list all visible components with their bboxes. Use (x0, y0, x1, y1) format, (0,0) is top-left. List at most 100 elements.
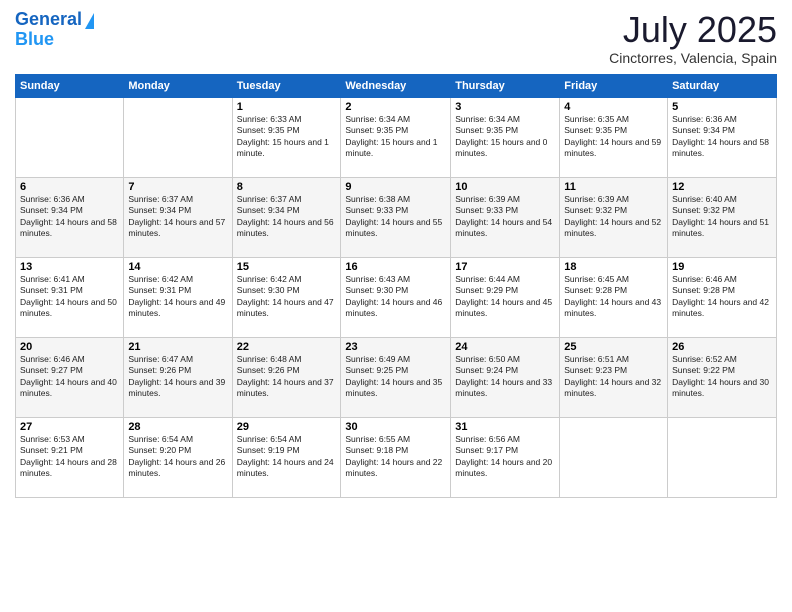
day-detail: Sunrise: 6:54 AMSunset: 9:20 PMDaylight:… (128, 434, 227, 480)
day-detail: Sunrise: 6:36 AMSunset: 9:34 PMDaylight:… (672, 114, 772, 160)
sunrise-text: Sunrise: 6:33 AM (237, 114, 302, 124)
table-row (124, 97, 232, 177)
table-row: 28Sunrise: 6:54 AMSunset: 9:20 PMDayligh… (124, 417, 232, 497)
table-row: 5Sunrise: 6:36 AMSunset: 9:34 PMDaylight… (668, 97, 777, 177)
sunset-text: Sunset: 9:22 PM (672, 365, 735, 375)
sunset-text: Sunset: 9:35 PM (564, 125, 627, 135)
daylight-text: Daylight: 14 hours and 33 minutes. (455, 377, 552, 398)
header-sunday: Sunday (16, 74, 124, 97)
sunset-text: Sunset: 9:29 PM (455, 285, 518, 295)
sunset-text: Sunset: 9:35 PM (345, 125, 408, 135)
sunset-text: Sunset: 9:27 PM (20, 365, 83, 375)
sunrise-text: Sunrise: 6:40 AM (672, 194, 737, 204)
sunset-text: Sunset: 9:17 PM (455, 445, 518, 455)
day-detail: Sunrise: 6:53 AMSunset: 9:21 PMDaylight:… (20, 434, 119, 480)
subtitle: Cinctorres, Valencia, Spain (609, 50, 777, 66)
day-detail: Sunrise: 6:43 AMSunset: 9:30 PMDaylight:… (345, 274, 446, 320)
day-detail: Sunrise: 6:45 AMSunset: 9:28 PMDaylight:… (564, 274, 663, 320)
daylight-text: Daylight: 14 hours and 40 minutes. (20, 377, 117, 398)
sunset-text: Sunset: 9:34 PM (128, 205, 191, 215)
sunrise-text: Sunrise: 6:43 AM (345, 274, 410, 284)
table-row: 20Sunrise: 6:46 AMSunset: 9:27 PMDayligh… (16, 337, 124, 417)
sunrise-text: Sunrise: 6:44 AM (455, 274, 520, 284)
daylight-text: Daylight: 14 hours and 50 minutes. (20, 297, 117, 318)
logo-triangle-icon (85, 13, 94, 29)
daylight-text: Daylight: 14 hours and 58 minutes. (672, 137, 769, 158)
table-row: 2Sunrise: 6:34 AMSunset: 9:35 PMDaylight… (341, 97, 451, 177)
day-number: 23 (345, 341, 446, 353)
sunrise-text: Sunrise: 6:41 AM (20, 274, 85, 284)
sunset-text: Sunset: 9:34 PM (20, 205, 83, 215)
daylight-text: Daylight: 14 hours and 58 minutes. (20, 217, 117, 238)
day-number: 15 (237, 261, 337, 273)
table-row: 31Sunrise: 6:56 AMSunset: 9:17 PMDayligh… (451, 417, 560, 497)
day-detail: Sunrise: 6:36 AMSunset: 9:34 PMDaylight:… (20, 194, 119, 240)
header: General Blue July 2025 Cinctorres, Valen… (15, 10, 777, 66)
table-row: 22Sunrise: 6:48 AMSunset: 9:26 PMDayligh… (232, 337, 341, 417)
day-number: 4 (564, 101, 663, 113)
table-row: 11Sunrise: 6:39 AMSunset: 9:32 PMDayligh… (560, 177, 668, 257)
table-row: 24Sunrise: 6:50 AMSunset: 9:24 PMDayligh… (451, 337, 560, 417)
daylight-text: Daylight: 14 hours and 26 minutes. (128, 457, 225, 478)
header-monday: Monday (124, 74, 232, 97)
sunset-text: Sunset: 9:28 PM (672, 285, 735, 295)
sunset-text: Sunset: 9:26 PM (128, 365, 191, 375)
sunset-text: Sunset: 9:35 PM (455, 125, 518, 135)
daylight-text: Daylight: 15 hours and 0 minutes. (455, 137, 547, 158)
header-friday: Friday (560, 74, 668, 97)
day-detail: Sunrise: 6:52 AMSunset: 9:22 PM Daylight:… (672, 354, 772, 400)
week-row-1: 1Sunrise: 6:33 AMSunset: 9:35 PMDaylight… (16, 97, 777, 177)
day-detail: Sunrise: 6:37 AMSunset: 9:34 PMDaylight:… (128, 194, 227, 240)
sunrise-text: Sunrise: 6:51 AM (564, 354, 629, 364)
sunset-text: Sunset: 9:32 PM (564, 205, 627, 215)
day-number: 24 (455, 341, 555, 353)
sunrise-text: Sunrise: 6:39 AM (455, 194, 520, 204)
table-row: 21Sunrise: 6:47 AMSunset: 9:26 PMDayligh… (124, 337, 232, 417)
table-row: 25Sunrise: 6:51 AMSunset: 9:23 PMDayligh… (560, 337, 668, 417)
day-detail: Sunrise: 6:37 AMSunset: 9:34 PMDaylight:… (237, 194, 337, 240)
logo: General Blue (15, 10, 94, 50)
day-detail: Sunrise: 6:46 AMSunset: 9:27 PMDaylight:… (20, 354, 119, 400)
day-detail: Sunrise: 6:39 AMSunset: 9:32 PMDaylight:… (564, 194, 663, 240)
daylight-text: Daylight: 15 hours and 1 minute. (237, 137, 329, 158)
sunset-text: Sunset: 9:25 PM (345, 365, 408, 375)
daylight-text: Daylight: 14 hours and 57 minutes. (128, 217, 225, 238)
sunset-text: Sunset: 9:26 PM (237, 365, 300, 375)
table-row: 26Sunrise: 6:52 AMSunset: 9:22 PMDayligh… (668, 337, 777, 417)
sunset-text: Sunset: 9:18 PM (345, 445, 408, 455)
sunset-text: Sunset: 9:30 PM (345, 285, 408, 295)
daylight-text: Daylight: 14 hours and 24 minutes. (237, 457, 334, 478)
daylight-text: Daylight: 14 hours and 35 minutes. (345, 377, 442, 398)
daylight-text: Daylight: 14 hours and 39 minutes. (128, 377, 225, 398)
day-detail: Sunrise: 6:54 AMSunset: 9:19 PMDaylight:… (237, 434, 337, 480)
daylight-text: Daylight: 14 hours and 22 minutes. (345, 457, 442, 478)
table-row: 15Sunrise: 6:42 AMSunset: 9:30 PMDayligh… (232, 257, 341, 337)
table-row: 6Sunrise: 6:36 AMSunset: 9:34 PMDaylight… (16, 177, 124, 257)
daylight-text: Daylight: 14 hours and 37 minutes. (237, 377, 334, 398)
table-row: 10Sunrise: 6:39 AMSunset: 9:33 PMDayligh… (451, 177, 560, 257)
day-number: 11 (564, 181, 663, 193)
day-detail: Sunrise: 6:41 AMSunset: 9:31 PMDaylight:… (20, 274, 119, 320)
sunset-text: Sunset: 9:30 PM (237, 285, 300, 295)
table-row (560, 417, 668, 497)
day-detail: Sunrise: 6:48 AMSunset: 9:26 PMDaylight:… (237, 354, 337, 400)
daylight-text: Daylight: 14 hours and 47 minutes. (237, 297, 334, 318)
daylight-text: Daylight: 14 hours and 28 minutes. (20, 457, 117, 478)
day-detail: Sunrise: 6:55 AMSunset: 9:18 PMDaylight:… (345, 434, 446, 480)
daylight-text: Daylight: 14 hours and 42 minutes. (672, 297, 769, 318)
daylight-text: Daylight: 14 hours and 30 minutes. (672, 377, 769, 398)
sunrise-text: Sunrise: 6:52 AM (672, 354, 737, 364)
table-row: 16Sunrise: 6:43 AMSunset: 9:30 PMDayligh… (341, 257, 451, 337)
day-detail: Sunrise: 6:39 AMSunset: 9:33 PMDaylight:… (455, 194, 555, 240)
page: General Blue July 2025 Cinctorres, Valen… (0, 0, 792, 612)
table-row: 4Sunrise: 6:35 AMSunset: 9:35 PMDaylight… (560, 97, 668, 177)
sunrise-text: Sunrise: 6:34 AM (455, 114, 520, 124)
day-number: 8 (237, 181, 337, 193)
table-row: 30Sunrise: 6:55 AMSunset: 9:18 PMDayligh… (341, 417, 451, 497)
day-number: 10 (455, 181, 555, 193)
table-row: 8Sunrise: 6:37 AMSunset: 9:34 PMDaylight… (232, 177, 341, 257)
table-row: 9Sunrise: 6:38 AMSunset: 9:33 PMDaylight… (341, 177, 451, 257)
day-number: 30 (345, 421, 446, 433)
sunrise-text: Sunrise: 6:38 AM (345, 194, 410, 204)
daylight-text: Daylight: 14 hours and 49 minutes. (128, 297, 225, 318)
